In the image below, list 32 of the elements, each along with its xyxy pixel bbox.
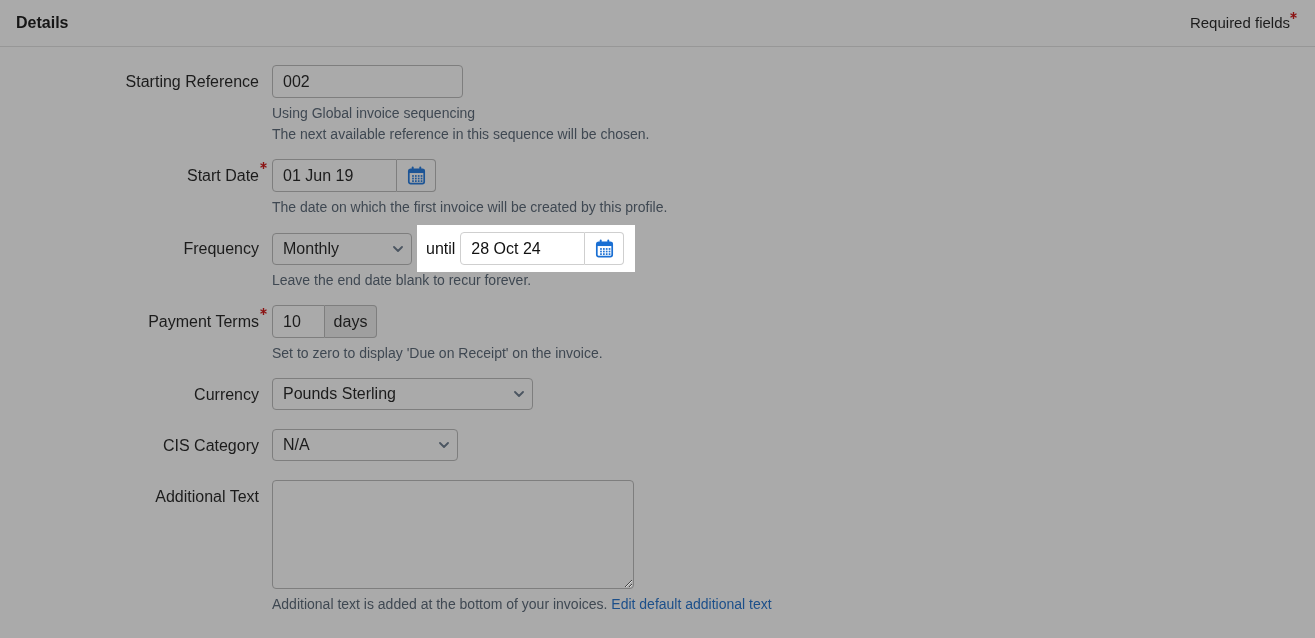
- chevron-down-icon: [439, 442, 449, 448]
- help-text: Set to zero to display 'Due on Receipt' on the invoice.: [272, 344, 603, 363]
- edit-additional-text-link[interactable]: Edit default additional text: [611, 596, 772, 612]
- end-date-input-field[interactable]: 28 Oct 24: [460, 232, 586, 265]
- date-input-field[interactable]: 01 Jun 19: [272, 159, 397, 192]
- text-input-field[interactable]: 002: [272, 65, 463, 98]
- chevron-down-icon: [514, 391, 524, 397]
- field-label: Additional Text: [155, 486, 259, 507]
- text-area-field[interactable]: [272, 480, 634, 589]
- number-input-field[interactable]: 10: [272, 305, 325, 338]
- calendar-icon: [594, 239, 614, 258]
- calendar-button[interactable]: [397, 159, 436, 192]
- required-fields-note: Required fields: [1189, 12, 1290, 33]
- field-label: CIS Category: [162, 435, 259, 456]
- field-label: Starting Reference: [125, 71, 259, 92]
- field-label: Currency: [194, 384, 259, 405]
- help-text: The next available reference in this sequence will be chosen.: [272, 125, 650, 144]
- days-addon: days: [325, 305, 377, 338]
- dropdown-select[interactable]: Pounds Sterling: [272, 378, 533, 410]
- field-label: Frequency: [183, 238, 259, 259]
- help-text: Leave the end date blank to recur forever.: [272, 271, 532, 290]
- until-label: until: [426, 238, 456, 259]
- field-label: Start Date: [186, 165, 259, 186]
- frequency-select[interactable]: Monthly: [272, 232, 412, 265]
- help-text: Using Global invoice sequencing: [272, 104, 477, 123]
- help-text: Additional text is added at the bottom of your invoices. Edit default additional text: [272, 595, 772, 614]
- help-text: The date on which the first invoice will be created by this profile.: [272, 198, 668, 217]
- chevron-down-icon: [393, 245, 403, 252]
- section-title: Details: [16, 13, 69, 33]
- field-label: Payment Terms: [148, 311, 259, 332]
- dropdown-select[interactable]: N/A: [272, 429, 458, 461]
- calendar-icon: [406, 166, 426, 185]
